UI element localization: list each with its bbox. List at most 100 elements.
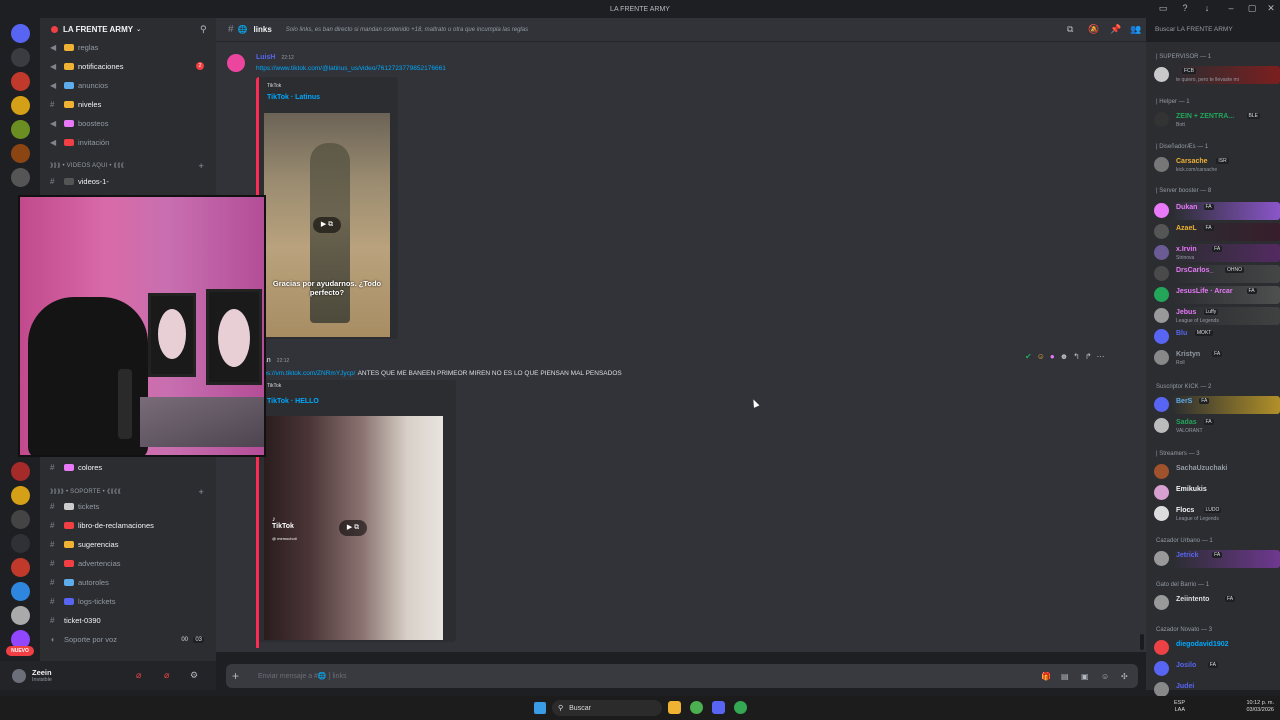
member-row[interactable]: diegodavid1902 bbox=[1154, 639, 1280, 657]
message-author[interactable]: LuisH 22:12 bbox=[256, 54, 294, 61]
member-row[interactable]: Kristyn FA Roll bbox=[1154, 349, 1280, 367]
notification-bell-icon[interactable]: 🔕 bbox=[1088, 24, 1099, 35]
play-icon[interactable]: ▶ ⧉ bbox=[339, 520, 367, 536]
reaction-emoji-icon[interactable]: ● bbox=[1050, 352, 1055, 361]
mute-icon[interactable]: ⌀ bbox=[136, 670, 141, 681]
browser-icon[interactable] bbox=[734, 701, 747, 714]
channel-autoroles[interactable]: # autoroles bbox=[50, 574, 210, 591]
member-row[interactable]: Dukan FA bbox=[1154, 202, 1280, 220]
channel-libro-de-reclamaciones[interactable]: # libro-de-reclamaciones bbox=[50, 517, 210, 534]
video-thumbnail[interactable]: ♪ TikTok @ memochoti ▶ ⧉ bbox=[264, 416, 443, 640]
member-row[interactable]: BerS FA bbox=[1154, 396, 1280, 414]
member-row[interactable]: Sadas FA VALORANT bbox=[1154, 417, 1280, 435]
server-icon[interactable] bbox=[11, 24, 30, 43]
reaction-check-icon[interactable]: ✔ bbox=[1025, 352, 1032, 361]
message-link[interactable]: https://vm.tiktok.com/ZNRmYJycp/ bbox=[256, 370, 355, 377]
member-list-icon[interactable]: 👥 bbox=[1130, 24, 1141, 35]
voice-channel-soporte[interactable]: ◖ Soporte por voz 00 03 bbox=[50, 631, 210, 648]
server-icon[interactable] bbox=[11, 462, 30, 481]
close-icon[interactable]: ✕ bbox=[1265, 3, 1277, 14]
server-icon[interactable] bbox=[11, 510, 30, 529]
add-reaction-icon[interactable]: ☻ bbox=[1060, 352, 1068, 361]
taskbar-search[interactable]: ⚲ Buscar bbox=[552, 700, 662, 716]
pin-icon[interactable]: 📌 bbox=[1110, 24, 1121, 35]
gear-icon[interactable]: ⚙ bbox=[190, 670, 198, 681]
sticker-icon[interactable]: ▣ bbox=[1081, 672, 1089, 681]
clock[interactable]: 10:12 p. m. 03/03/2026 bbox=[1220, 700, 1274, 714]
language-indicator[interactable]: ESP LAA bbox=[1174, 700, 1185, 714]
member-row[interactable]: Josilo FA bbox=[1154, 660, 1280, 678]
user-info[interactable]: Zeein Invisible bbox=[32, 668, 52, 683]
member-row[interactable]: AzaeL FA bbox=[1154, 223, 1280, 241]
channel-boosteos[interactable]: ◀ boosteos bbox=[50, 115, 210, 132]
channel-advertencias[interactable]: # advertencias bbox=[50, 555, 210, 572]
avatar[interactable] bbox=[227, 54, 245, 72]
deafen-icon[interactable]: ⌀ bbox=[164, 670, 169, 681]
minimize-icon[interactable]: – bbox=[1225, 3, 1237, 13]
channel-ticket[interactable]: # ticket-0390 bbox=[50, 612, 210, 629]
more-icon[interactable]: ⋯ bbox=[1097, 352, 1105, 361]
member-row[interactable]: JesusLife · Arcar FA bbox=[1154, 286, 1280, 304]
forward-icon[interactable]: ↱ bbox=[1085, 352, 1092, 361]
member-row[interactable]: Emikukis bbox=[1154, 484, 1280, 502]
apps-icon[interactable]: ✣ bbox=[1121, 672, 1128, 681]
member-row[interactable]: FCB te quiero, pero te llevaste mi bbox=[1154, 66, 1280, 84]
server-icon[interactable] bbox=[11, 558, 30, 577]
member-row[interactable]: Blu MOKT bbox=[1154, 328, 1280, 346]
server-icon[interactable] bbox=[11, 120, 30, 139]
member-row[interactable]: DrsCarlos_ OHNO bbox=[1154, 265, 1280, 283]
category-soporte[interactable]: ⟫⟫⟫⟫ • SOPORTE • ⟪⟪⟪⟪ + bbox=[50, 487, 210, 497]
member-row[interactable]: Zeiintento FA bbox=[1154, 594, 1280, 612]
gif-icon[interactable]: ▤ bbox=[1061, 672, 1069, 681]
channel-tickets[interactable]: # tickets bbox=[50, 498, 210, 515]
discord-icon[interactable] bbox=[712, 701, 725, 714]
embed-title[interactable]: TikTok · Latinus bbox=[267, 94, 320, 101]
message-link[interactable]: https://www.tiktok.com/@latinus_us/video… bbox=[256, 65, 446, 72]
member-row[interactable]: x.Irvin FA Strinova bbox=[1154, 244, 1280, 262]
maximize-icon[interactable]: ▢ bbox=[1246, 3, 1258, 14]
member-row[interactable]: Jetrick FA bbox=[1154, 550, 1280, 568]
member-row[interactable]: SachaUzuchaki bbox=[1154, 463, 1280, 481]
server-icon[interactable] bbox=[11, 606, 30, 625]
member-row[interactable]: Carsache ISR kick.com/carsache bbox=[1154, 156, 1280, 174]
gift-icon[interactable]: 🎁 bbox=[1041, 672, 1051, 681]
channel-notificaciones[interactable]: ◀ notificaciones 2 bbox=[50, 58, 210, 75]
scrollbar[interactable] bbox=[1140, 634, 1144, 650]
server-icon[interactable] bbox=[11, 486, 30, 505]
member-row[interactable]: ZEIN + ZENTRA... BLE Bott bbox=[1154, 111, 1280, 129]
server-icon[interactable] bbox=[11, 582, 30, 601]
channel-videos[interactable]: # videos-1- bbox=[50, 173, 210, 190]
help-icon[interactable]: ? bbox=[1179, 3, 1191, 13]
server-icon[interactable] bbox=[11, 534, 30, 553]
reaction-emoji-icon[interactable]: ☺ bbox=[1037, 352, 1045, 361]
channel-invitacion[interactable]: ◀ invitación bbox=[50, 134, 210, 151]
play-icon[interactable]: ▶ ⧉ bbox=[313, 217, 341, 233]
reply-icon[interactable]: ↰ bbox=[1073, 352, 1080, 361]
inbox-icon[interactable]: ▭ bbox=[1157, 3, 1169, 14]
chrome-icon[interactable] bbox=[690, 701, 703, 714]
download-icon[interactable]: ↓ bbox=[1201, 3, 1213, 13]
member-row[interactable]: Jebus Luffy League of Legends bbox=[1154, 307, 1280, 325]
message-input[interactable]: Enviar mensaje a #🌐 ] links bbox=[258, 672, 346, 680]
embed-title[interactable]: TikTok · HELLO bbox=[267, 398, 319, 405]
channel-topic[interactable]: Solo links, es ban directo si mandan con… bbox=[286, 27, 528, 33]
server-icon[interactable] bbox=[11, 168, 30, 187]
channel-niveles[interactable]: # niveles bbox=[50, 96, 210, 113]
video-thumbnail[interactable]: ▶ ⧉ Gracias por ayudarnos. ¿Todo perfect… bbox=[264, 113, 390, 337]
search-input[interactable]: Buscar LA FRENTE ARMY bbox=[1150, 22, 1274, 37]
guild-header[interactable]: LA FRENTE ARMY ⌄ ⚲ bbox=[40, 18, 216, 40]
server-icon[interactable] bbox=[11, 72, 30, 91]
start-icon[interactable] bbox=[534, 702, 546, 714]
add-user-icon[interactable]: ⚲ bbox=[200, 24, 207, 35]
avatar[interactable] bbox=[12, 668, 26, 683]
category-videos[interactable]: ⟫⟫⟫ • VIDEOS AQUI • ⟪⟪⟪ + bbox=[50, 161, 210, 171]
add-channel-icon[interactable]: + bbox=[199, 487, 204, 497]
server-icon[interactable] bbox=[11, 48, 30, 67]
channel-logs-tickets[interactable]: # logs-tickets bbox=[50, 593, 210, 610]
channel-reglas[interactable]: ◀ reglas bbox=[50, 39, 210, 56]
attach-icon[interactable]: + bbox=[232, 669, 248, 683]
channel-colores[interactable]: # colores bbox=[50, 459, 210, 476]
channel-sugerencias[interactable]: # sugerencias bbox=[50, 536, 210, 553]
file-explorer-icon[interactable] bbox=[668, 701, 681, 714]
emoji-icon[interactable]: ☺ bbox=[1101, 672, 1109, 681]
